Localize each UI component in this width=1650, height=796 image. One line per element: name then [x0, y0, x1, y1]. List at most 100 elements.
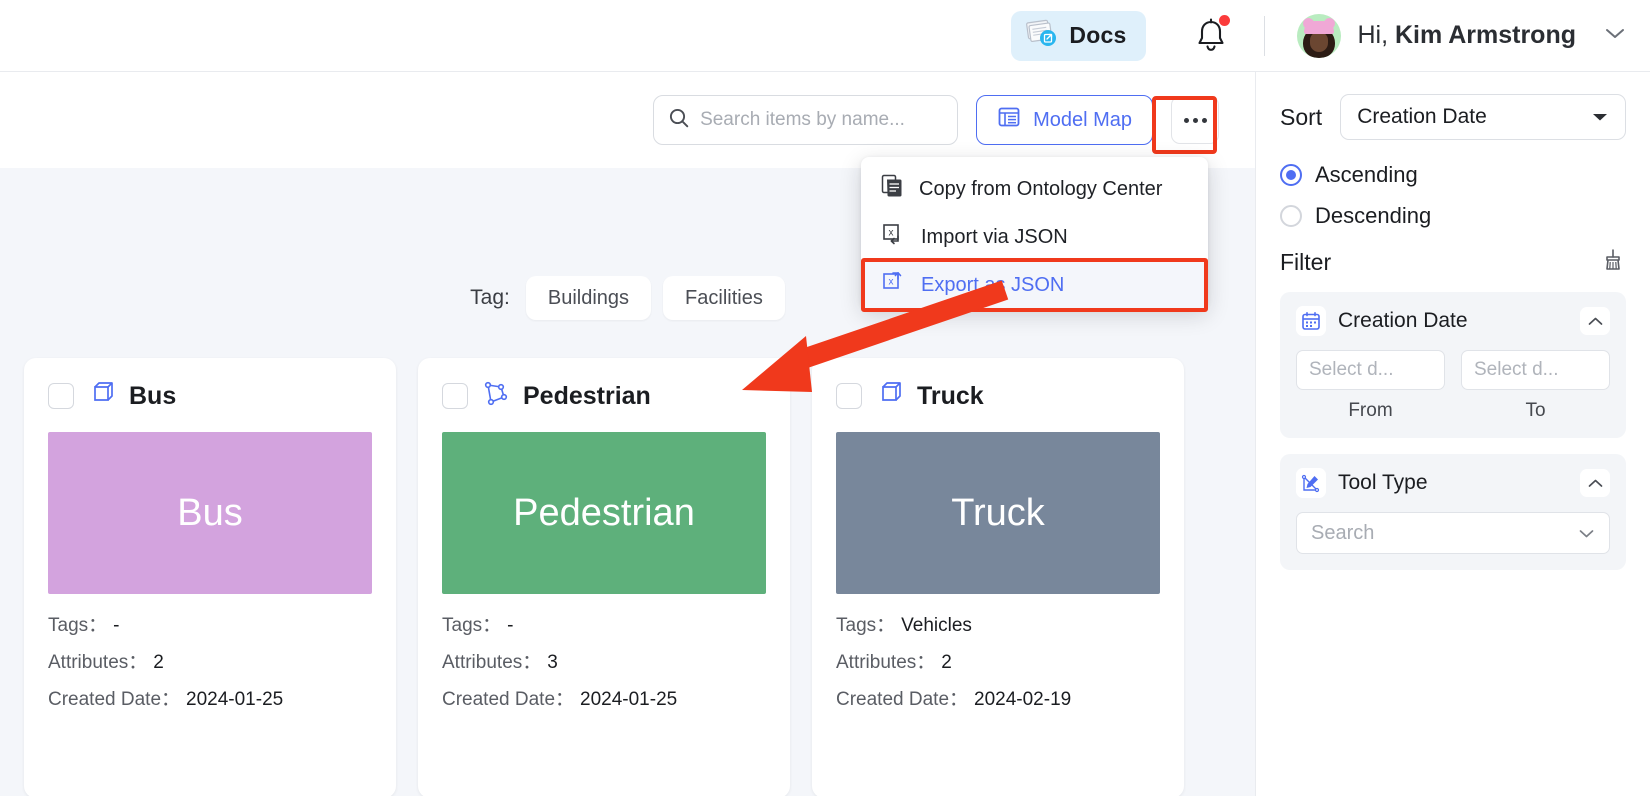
card-tags-value: -	[113, 615, 120, 636]
card-tags-row: Tags： -	[48, 616, 372, 635]
user-name: Kim Armstrong	[1394, 21, 1576, 49]
card-checkbox[interactable]	[48, 383, 74, 409]
tag-chip-buildings[interactable]: Buildings	[525, 276, 652, 320]
tag-row-label: Tag:	[470, 286, 510, 309]
item-card-pedestrian[interactable]: Pedestrian Pedestrian Tags： - Attributes：…	[418, 358, 790, 796]
chevron-down-icon	[1578, 522, 1595, 545]
cube-3d-icon	[876, 380, 903, 412]
search-input[interactable]	[700, 109, 944, 131]
card-checkbox[interactable]	[442, 383, 468, 409]
card-title: Truck	[917, 381, 984, 410]
date-from-input[interactable]	[1296, 350, 1445, 390]
tool-type-search-placeholder: Search	[1311, 521, 1375, 544]
card-created-key: Created Date：	[836, 689, 969, 710]
menu-item-copy-from-ontology-center[interactable]: Copy from Ontology Center	[861, 165, 1208, 213]
avatar	[1297, 13, 1342, 58]
chevron-up-icon[interactable]	[1580, 307, 1610, 335]
polygon-icon	[482, 380, 509, 412]
filter-label: Filter	[1280, 249, 1332, 275]
broom-icon[interactable]	[1600, 247, 1626, 278]
chevron-down-icon	[1604, 26, 1626, 45]
sort-select[interactable]: Creation Date	[1340, 94, 1626, 140]
item-card-bus[interactable]: Bus Bus Tags： - Attributes： 2 Created Date…	[24, 358, 396, 796]
header-divider	[1264, 15, 1266, 56]
chevron-down-icon	[1591, 105, 1609, 129]
menu-item-label: Import via JSON	[921, 225, 1068, 248]
radio-descending[interactable]	[1280, 205, 1302, 227]
radio-descending-label: Descending	[1315, 203, 1432, 228]
search-icon	[668, 107, 690, 134]
list-view-icon	[997, 105, 1021, 135]
card-tags-value: -	[507, 615, 514, 636]
card-title: Bus	[129, 381, 177, 410]
more-options-menu: Copy from Ontology Center x Import via J…	[861, 157, 1208, 309]
card-thumbnail: Pedestrian	[442, 432, 766, 594]
sort-order-ascending[interactable]: Ascending	[1280, 162, 1626, 188]
card-created-key: Created Date：	[48, 689, 181, 710]
card-created-row: Created Date： 2024-02-19	[836, 690, 1160, 709]
card-thumbnail-label: Truck	[951, 491, 1045, 534]
card-tags-key: Tags：	[442, 615, 502, 636]
filter-card-header: Creation Date	[1296, 306, 1610, 336]
model-map-label: Model Map	[1033, 108, 1132, 131]
tag-chip-facilities[interactable]: Facilities	[663, 276, 785, 320]
sort-order-descending[interactable]: Descending	[1280, 203, 1626, 229]
notification-bell-button[interactable]	[1188, 13, 1234, 59]
more-options-button[interactable]	[1171, 96, 1219, 144]
card-tags-row: Tags： Vehicles	[836, 616, 1160, 635]
filter-card-title: Tool Type	[1338, 471, 1428, 494]
date-from-caption: From	[1348, 400, 1393, 421]
card-checkbox[interactable]	[836, 383, 862, 409]
menu-item-export-as-json[interactable]: x Export as JSON	[861, 261, 1208, 309]
search-box[interactable]	[653, 95, 959, 145]
menu-item-import-via-json[interactable]: x Import via JSON	[861, 213, 1208, 261]
card-header: Truck	[836, 380, 1160, 412]
card-tags-key: Tags：	[836, 615, 896, 636]
radio-ascending[interactable]	[1280, 164, 1302, 186]
card-header: Bus	[48, 380, 372, 412]
card-created-value: 2024-02-19	[974, 689, 1072, 710]
card-thumbnail-label: Bus	[177, 491, 243, 534]
card-title: Pedestrian	[523, 381, 651, 410]
card-attributes-value: 3	[547, 652, 558, 673]
radio-ascending-label: Ascending	[1315, 162, 1418, 187]
filter-creation-date: Creation Date From To	[1280, 292, 1626, 438]
card-attributes-key: Attributes：	[836, 652, 936, 673]
docs-button[interactable]: Docs	[1011, 10, 1147, 61]
user-greeting: Hi, Kim Armstrong	[1357, 21, 1576, 50]
date-from-col: From	[1296, 350, 1445, 422]
date-to-col: To	[1461, 350, 1610, 422]
date-range-inputs: From To	[1296, 350, 1610, 422]
greeting-prefix: Hi,	[1357, 21, 1395, 49]
filter-sidebar: Sort Creation Date Ascending Descending …	[1255, 72, 1650, 796]
card-tags-row: Tags： -	[442, 616, 766, 635]
date-to-caption: To	[1525, 400, 1546, 421]
docs-label: Docs	[1069, 22, 1127, 48]
tool-type-search-select[interactable]: Search	[1296, 512, 1610, 554]
card-created-value: 2024-01-25	[580, 689, 678, 710]
copy-document-icon	[881, 174, 903, 204]
date-to-input[interactable]	[1461, 350, 1610, 390]
filter-card-title: Creation Date	[1338, 309, 1468, 332]
cube-3d-icon	[88, 380, 115, 412]
card-attributes-value: 2	[941, 652, 952, 673]
menu-item-label: Export as JSON	[921, 273, 1065, 296]
card-created-value: 2024-01-25	[186, 689, 284, 710]
ellipsis-dot	[1192, 117, 1198, 123]
top-bar: Docs Hi, Kim Armstrong	[0, 0, 1650, 72]
model-map-button[interactable]: Model Map	[976, 95, 1153, 145]
documents-icon	[1025, 18, 1059, 53]
card-tags-key: Tags：	[48, 615, 108, 636]
item-card-truck[interactable]: Truck Truck Tags： Vehicles Attributes： 2 C…	[812, 358, 1184, 796]
notification-dot	[1219, 14, 1231, 26]
import-json-icon: x	[881, 222, 905, 252]
chevron-up-icon[interactable]	[1580, 469, 1610, 497]
card-grid: Bus Bus Tags： - Attributes： 2 Created Date…	[24, 358, 1184, 796]
card-attributes-row: Attributes： 2	[836, 653, 1160, 672]
user-menu[interactable]: Hi, Kim Armstrong	[1297, 13, 1626, 58]
card-attributes-row: Attributes： 2	[48, 653, 372, 672]
card-tags-value: Vehicles	[901, 615, 972, 636]
export-json-icon: x	[881, 270, 905, 300]
card-thumbnail: Truck	[836, 432, 1160, 594]
filter-tool-type: Tool Type Search	[1280, 454, 1626, 570]
